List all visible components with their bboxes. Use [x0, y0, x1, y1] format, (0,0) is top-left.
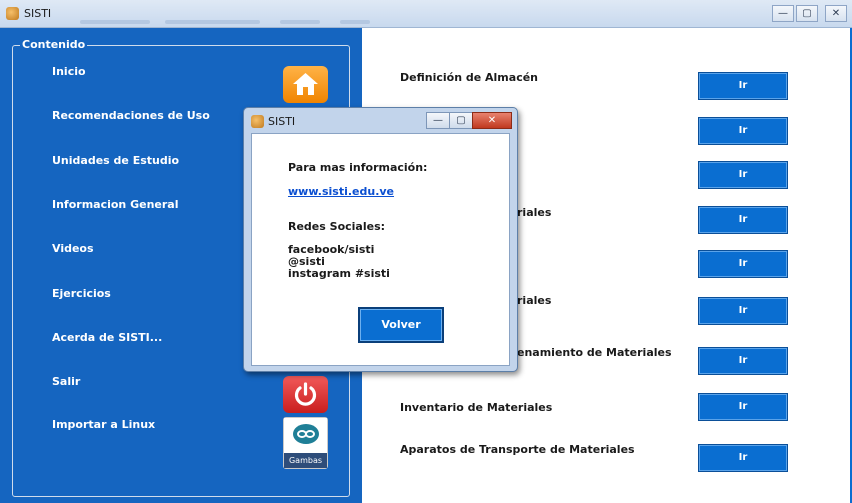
sidebar-item-informacion[interactable]: Informacion General [52, 198, 178, 211]
titlebar-ghost [165, 20, 260, 24]
topic-definicion-almacen: Definición de Almacén [400, 71, 538, 84]
sidebar-item-acerca[interactable]: Acerda de SISTI... [52, 331, 162, 344]
gambas-icon-label: Gambas [284, 453, 327, 468]
dialog-title: SISTI [268, 115, 296, 128]
volver-button[interactable]: Volver [358, 307, 444, 343]
dialog-body: Para mas información: www.sisti.edu.ve R… [251, 133, 510, 366]
gambas-icon-top [284, 418, 327, 454]
social-label: Redes Sociales: [288, 220, 386, 233]
sidebar-item-salir[interactable]: Salir [52, 375, 80, 388]
dialog-app-icon [251, 115, 264, 128]
home-icon[interactable] [283, 66, 328, 103]
app-icon [6, 7, 19, 20]
ir-button[interactable]: Ir [698, 250, 788, 278]
topic-aparatos: Aparatos de Transporte de Materiales [400, 443, 635, 456]
website-link[interactable]: www.sisti.edu.ve [288, 185, 394, 198]
topic-partial-1: riales [517, 206, 552, 219]
titlebar-ghost [340, 20, 370, 24]
ir-button[interactable]: Ir [698, 444, 788, 472]
ir-button[interactable]: Ir [698, 161, 788, 189]
topic-partial-3: enamiento de Materiales [517, 346, 672, 359]
gambas-icon[interactable]: Gambas [283, 417, 328, 469]
power-icon[interactable] [283, 376, 328, 413]
sidebar-item-importar[interactable]: Importar a Linux [52, 418, 155, 431]
window-titlebar: SISTI — ▢ ✕ [0, 0, 852, 28]
sidebar-item-unidades[interactable]: Unidades de Estudio [52, 154, 179, 167]
sidebar-item-recomendaciones[interactable]: Recomendaciones de Uso [52, 109, 210, 122]
topic-inventario: Inventario de Materiales [400, 401, 553, 414]
social-instagram: instagram #sisti [288, 267, 390, 280]
sidebar-item-videos[interactable]: Videos [52, 242, 94, 255]
ir-button[interactable]: Ir [698, 347, 788, 375]
topic-partial-2: riales [517, 294, 552, 307]
ir-button[interactable]: Ir [698, 393, 788, 421]
minimize-button[interactable]: — [772, 5, 794, 22]
titlebar-ghost [80, 20, 150, 24]
window-title: SISTI [24, 7, 52, 20]
sidebar-group-label: Contenido [20, 38, 88, 51]
close-button[interactable]: ✕ [825, 5, 847, 22]
dialog-maximize-button[interactable]: ▢ [449, 112, 473, 129]
ir-button[interactable]: Ir [698, 72, 788, 100]
info-dialog: SISTI — ▢ ✕ Para mas información: www.si… [243, 107, 518, 372]
maximize-button[interactable]: ▢ [796, 5, 818, 22]
ir-button[interactable]: Ir [698, 206, 788, 234]
sidebar-item-ejercicios[interactable]: Ejercicios [52, 287, 111, 300]
sidebar-item-inicio[interactable]: Inicio [52, 65, 86, 78]
ir-button[interactable]: Ir [698, 297, 788, 325]
dialog-minimize-button[interactable]: — [426, 112, 450, 129]
titlebar-ghost [280, 20, 320, 24]
ir-button[interactable]: Ir [698, 117, 788, 145]
dialog-close-button[interactable]: ✕ [472, 112, 512, 129]
info-label: Para mas información: [288, 161, 428, 174]
